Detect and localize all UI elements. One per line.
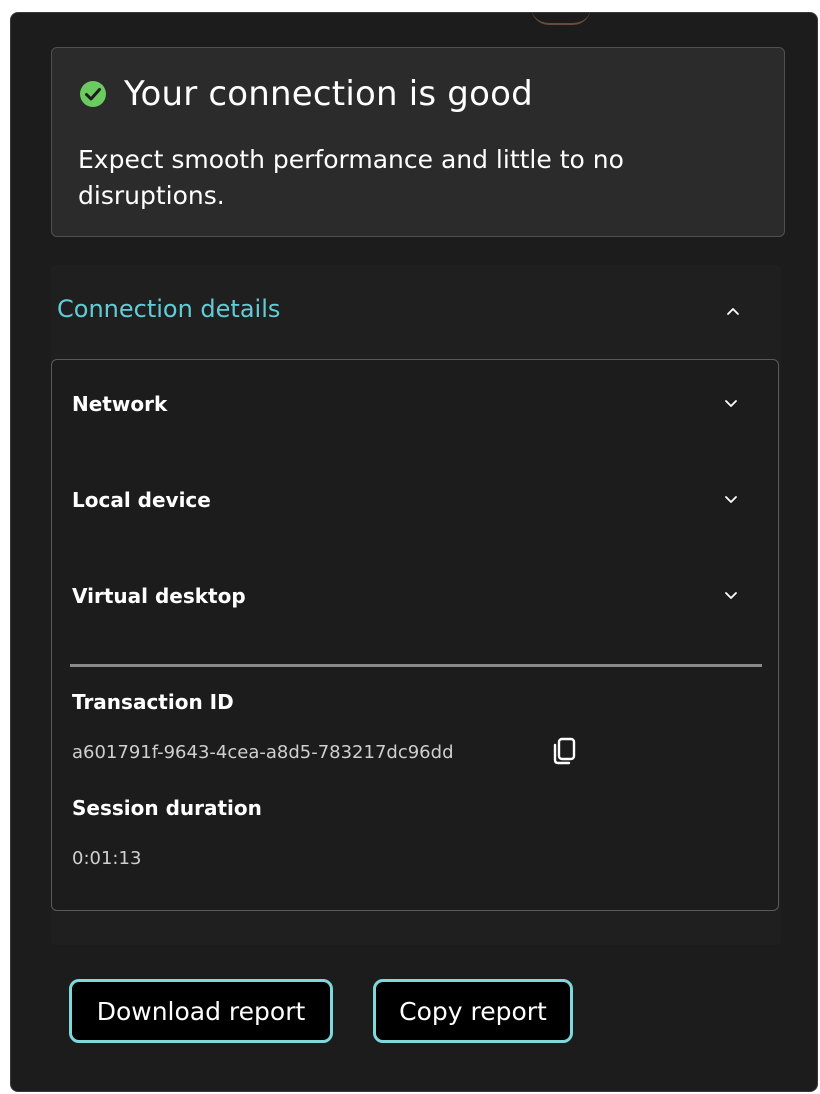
status-title: Your connection is good [124, 74, 533, 114]
connection-details-toggle[interactable]: Connection details [51, 265, 781, 355]
transaction-id-label: Transaction ID [72, 690, 234, 714]
transaction-id-value: a601791f-9643-4cea-a8d5-783217dc96dd [72, 742, 454, 763]
row-network-label: Network [72, 392, 168, 416]
session-duration-value: 0:01:13 [72, 848, 142, 869]
session-duration-label: Session duration [72, 796, 262, 820]
details-divider [70, 664, 762, 667]
chevron-down-icon [725, 400, 737, 407]
connection-details-title: Connection details [57, 295, 281, 323]
chevron-up-icon [727, 308, 739, 315]
chevron-down-icon [725, 592, 737, 599]
download-report-button[interactable]: Download report [69, 979, 333, 1043]
row-network[interactable]: Network [52, 360, 778, 452]
check-circle-icon [80, 81, 106, 107]
connection-details-box: Network Local device Virtual desktop Tra… [51, 359, 779, 911]
row-virtual-desktop-label: Virtual desktop [72, 584, 246, 608]
row-local-device[interactable]: Local device [52, 456, 778, 548]
row-virtual-desktop[interactable]: Virtual desktop [52, 552, 778, 644]
connection-status-card: Your connection is good Expect smooth pe… [51, 47, 785, 237]
decorative-arc [531, 13, 591, 25]
row-local-device-label: Local device [72, 488, 211, 512]
connection-details-section: Connection details Network Local device … [51, 265, 781, 945]
status-title-row: Your connection is good [78, 74, 533, 114]
copy-icon[interactable] [552, 736, 578, 766]
connection-panel: Your connection is good Expect smooth pe… [10, 12, 818, 1092]
copy-report-button[interactable]: Copy report [373, 979, 573, 1043]
chevron-down-icon [725, 496, 737, 503]
status-description: Expect smooth performance and little to … [78, 145, 624, 210]
